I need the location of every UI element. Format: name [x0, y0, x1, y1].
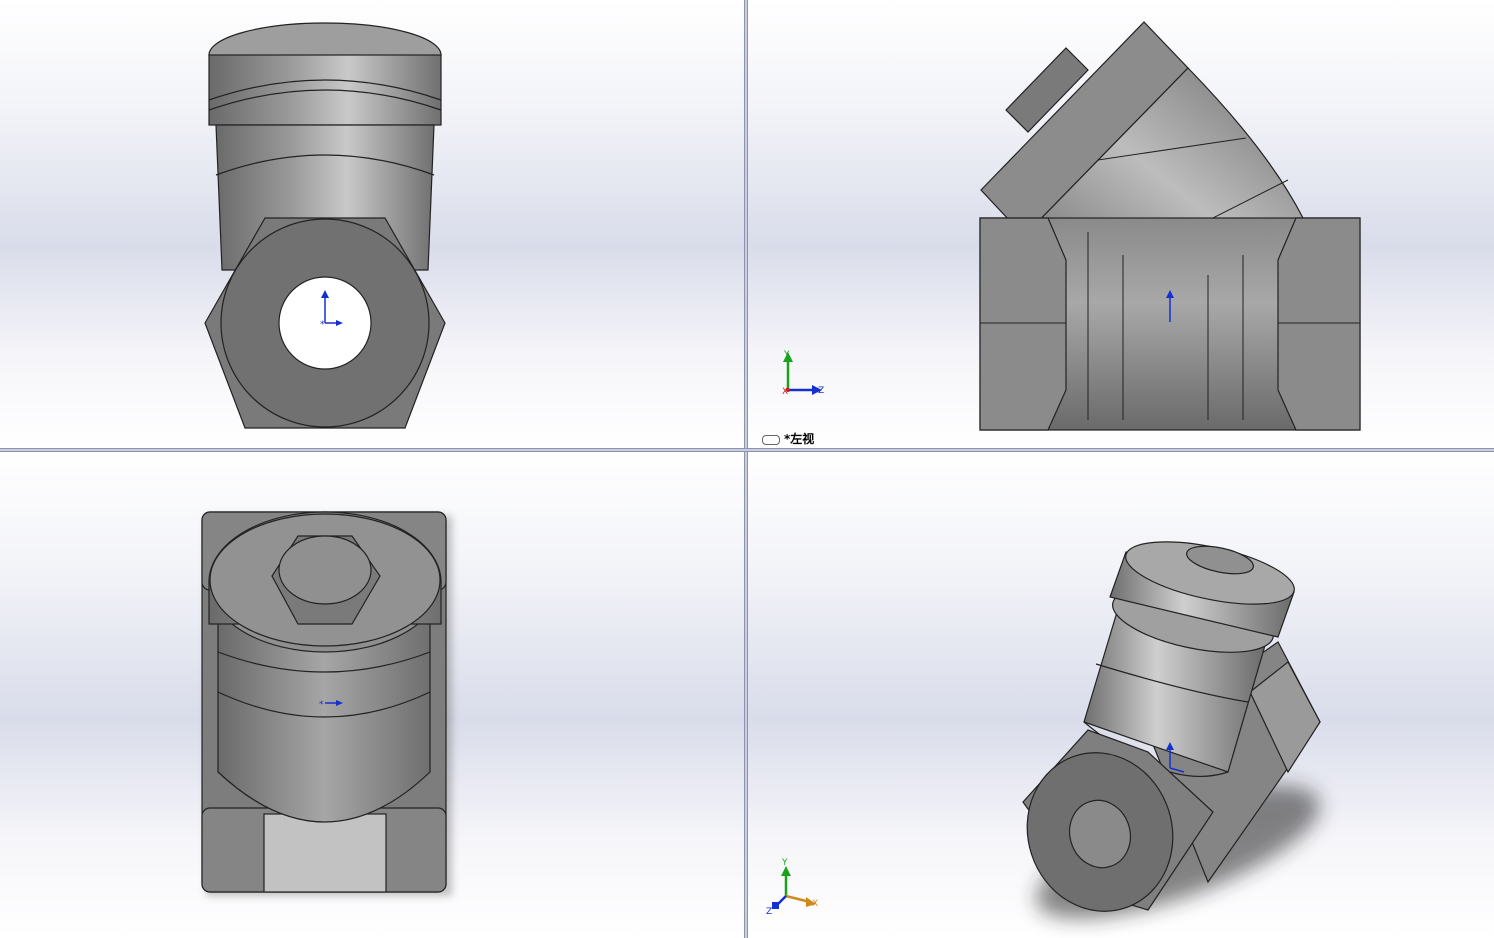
- viewport-splitter-horizontal[interactable]: [0, 448, 1494, 452]
- viewport-isometric[interactable]: Y X Z: [748, 452, 1494, 938]
- svg-text:*: *: [319, 700, 324, 710]
- triad-y-label: Y: [783, 350, 790, 360]
- viewport-front[interactable]: *: [0, 0, 744, 448]
- triad-icon: Y X Z: [766, 858, 818, 917]
- triad-z-label: Z: [818, 386, 824, 396]
- viewport-left-view[interactable]: Y Z X *左视: [748, 0, 1494, 448]
- view-name-label: *左视: [762, 430, 814, 447]
- model-isometric-view: Y X Z: [766, 541, 1321, 919]
- viewport-top-view[interactable]: *: [0, 452, 744, 938]
- triad-y-label: Y: [781, 858, 788, 868]
- link-icon[interactable]: [762, 434, 780, 445]
- triad-z-label: Z: [766, 907, 772, 917]
- triad-x-label: X: [812, 899, 818, 909]
- viewport-splitter-vertical[interactable]: [744, 0, 748, 938]
- model-front-view: *: [204, 22, 446, 429]
- model-left-view: Y Z X: [782, 21, 1361, 431]
- triad-x-label: X: [782, 387, 788, 397]
- model-top-view: *: [201, 511, 452, 896]
- view-name-text: *左视: [784, 432, 815, 446]
- triad-icon: Y Z X: [782, 350, 824, 397]
- svg-text:*: *: [320, 320, 325, 330]
